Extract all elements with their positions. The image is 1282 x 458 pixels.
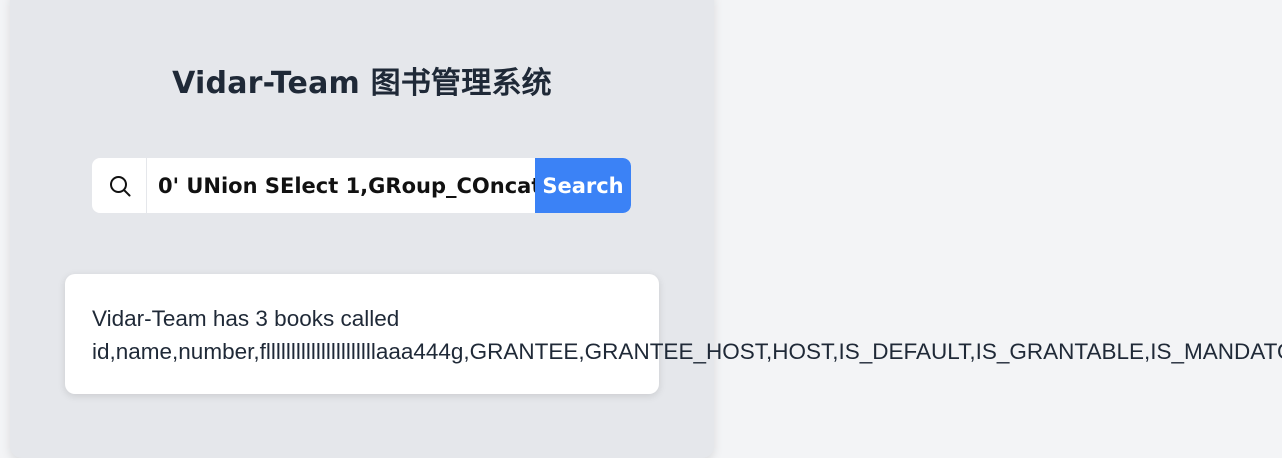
- result-line-values: id,name,number,fllllllllllllllllllllllaa…: [92, 339, 1282, 364]
- result-text: Vidar-Team has 3 books called id,name,nu…: [92, 302, 1282, 368]
- search-icon: [92, 158, 147, 213]
- search-input[interactable]: [148, 158, 535, 213]
- page-title: Vidar-Team 图书管理系统: [172, 66, 552, 101]
- result-line-summary: Vidar-Team has 3 books called: [92, 306, 400, 331]
- search-button[interactable]: Search: [535, 158, 631, 213]
- search-bar: Search: [92, 158, 631, 213]
